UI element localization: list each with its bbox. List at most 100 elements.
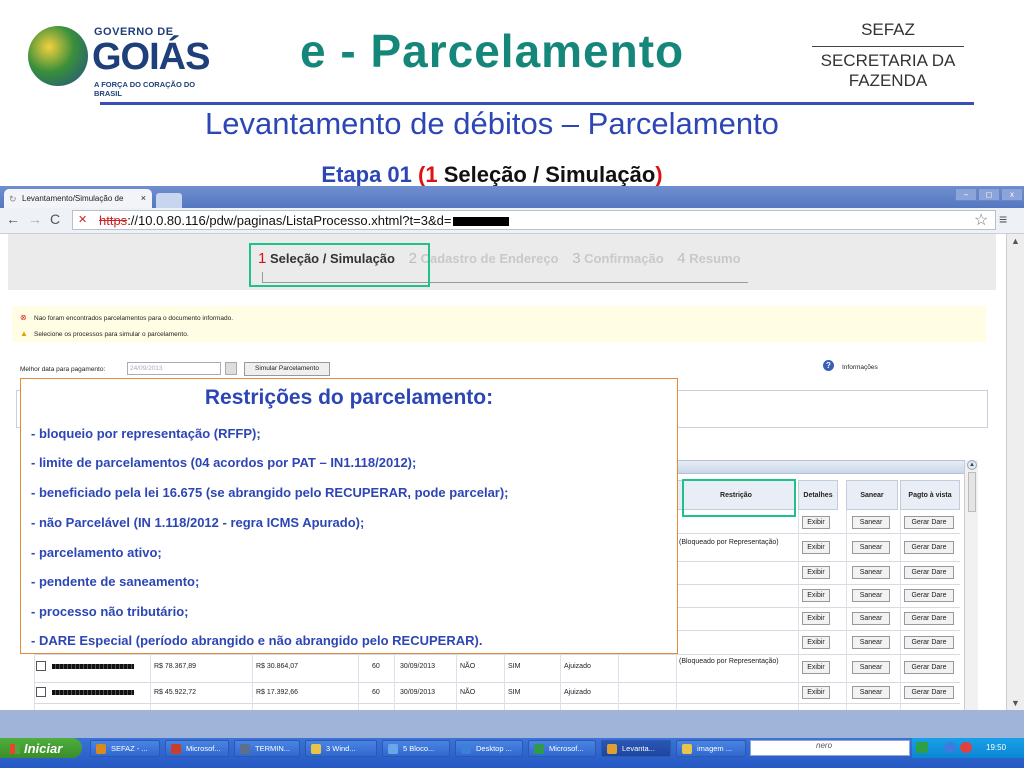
exibir-button[interactable]: Exibir [802,636,830,649]
restriction-item: - pendente de saneamento; [31,574,200,589]
image-icon [682,744,692,754]
start-button[interactable]: Iniciar [0,738,82,758]
gerar-dare-button[interactable]: Gerar Dare [904,589,954,602]
sanear-button[interactable]: Sanear [852,661,890,674]
page-scrollbar[interactable]: ▲ ▼ [1006,234,1024,710]
gerar-dare-button[interactable]: Gerar Dare [904,612,954,625]
browser-tab[interactable]: ↻ Levantamento/Simulação de × [4,189,152,208]
sanear-button[interactable]: Sanear [852,541,890,554]
info-icon[interactable]: ? [823,360,834,371]
minimize-button[interactable]: – [955,188,977,201]
gerar-dare-button[interactable]: Gerar Dare [904,686,954,699]
taskbar-item[interactable]: 5 Bloco... [382,740,450,757]
exibir-button[interactable]: Exibir [802,589,830,602]
payment-date-input[interactable]: 24/09/2013 [127,362,221,375]
sanear-button[interactable]: Sanear [852,589,890,602]
step-name: Seleção / Simulação [437,162,656,187]
reload-icon[interactable]: C [50,211,60,227]
nero-logo: nero [816,741,833,750]
process-number-redacted [52,689,134,696]
sanear-button[interactable]: Sanear [852,516,890,529]
governo-goias-logo: GOVERNO DE GOIÁS A FORÇA DO CORAÇÃO DO B… [28,22,218,98]
wizard-step-4[interactable]: 4 Resumo [677,250,740,267]
simulate-button[interactable]: Simular Parcelamento [244,362,330,376]
gerar-dare-button[interactable]: Gerar Dare [904,636,954,649]
grid-scroll-thumb[interactable] [968,472,976,512]
new-tab-button[interactable] [156,193,182,208]
taskbar-item[interactable]: Desktop ... [455,740,523,757]
row-checkbox[interactable] [36,661,46,671]
close-tab-icon[interactable]: × [141,193,146,203]
scroll-down-icon[interactable]: ▼ [1011,698,1020,708]
process-number-redacted [52,663,134,670]
tray-app-icon[interactable] [944,742,956,753]
sefaz-acronym: SEFAZ [861,20,915,39]
situacao-cell: Ajuizado [564,689,591,696]
exibir-button[interactable]: Exibir [802,686,830,699]
grid-scrollbar[interactable]: ▲ [964,460,978,710]
app-icon [171,744,181,754]
col-header-pagto[interactable]: Pagto à vista [900,480,960,510]
redacted-mask [453,217,510,227]
exibir-button[interactable]: Exibir [802,516,830,529]
exibir-button[interactable]: Exibir [802,612,830,625]
data-cell: 30/09/2013 [400,663,436,670]
gerar-dare-button[interactable]: Gerar Dare [904,516,954,529]
forward-icon[interactable]: → [28,211,42,227]
url-path: ://10.0.80.116/pdw/paginas/ListaProcesso… [127,213,452,228]
menu-icon[interactable]: ≡ [999,211,1007,227]
maximize-button[interactable]: ◻ [978,188,1000,201]
exibir-button[interactable]: Exibir [802,566,830,579]
taskbar-item[interactable]: TERMIN... [234,740,300,757]
calendar-icon[interactable] [225,362,237,375]
gerar-dare-button[interactable]: Gerar Dare [904,541,954,554]
restriction-item: - limite de parcelamentos (04 acordos po… [31,455,417,470]
row-divider [34,703,960,704]
grid-header-bar [674,460,974,474]
sanear-button[interactable]: Sanear [852,636,890,649]
sefaz-divider [812,46,964,47]
network-icon[interactable] [916,742,928,753]
gerar-dare-button[interactable]: Gerar Dare [904,661,954,674]
taskbar-item[interactable]: Microsof... [528,740,596,757]
restriction-item: - parcelamento ativo; [31,545,162,560]
col-header-sanear[interactable]: Sanear [846,480,898,510]
taskbar-item[interactable]: Microsof... [165,740,229,757]
col-header-detalhes[interactable]: Detalhes [798,480,838,510]
exibir-button[interactable]: Exibir [802,541,830,554]
scroll-up-icon[interactable]: ▲ [1011,236,1020,246]
taskbar-item[interactable]: 3 Wind... [305,740,377,757]
close-window-button[interactable]: x [1001,188,1023,201]
taskbar-item[interactable]: imagem ... [676,740,746,757]
chrome-icon [607,744,617,754]
step-highlight-frame [249,243,430,287]
sanear-button[interactable]: Sanear [852,612,890,625]
exibir-button[interactable]: Exibir [802,661,830,674]
sanear-button[interactable]: Sanear [852,686,890,699]
step-prefix: Etapa 01 [321,162,419,187]
flag2-cell: SIM [508,663,521,670]
back-icon[interactable]: ← [6,211,20,227]
sanear-button[interactable]: Sanear [852,566,890,579]
grid-scroll-up-icon[interactable]: ▲ [967,460,977,470]
restriction-item: - não Parcelável (IN 1.118/2012 - regra … [31,515,365,530]
wizard-step-2[interactable]: 2 Cadastro de Endereço [409,250,559,267]
taskbar-item[interactable]: SEFAZ - ... [90,740,160,757]
wizard-step-3[interactable]: 3 Confirmação [572,250,663,267]
clock: 19:50 [986,743,1007,752]
gerar-dare-button[interactable]: Gerar Dare [904,566,954,579]
insecure-lock-icon[interactable]: ✕ [78,213,87,226]
app-icon [240,744,250,754]
col-divider [456,654,457,710]
step-title: Etapa 01 (1 Seleção / Simulação) [0,162,984,188]
valor-cell: R$ 45.922,72 [154,689,197,696]
col-divider [34,654,35,710]
error-message: ⊗ Nao foram encontrados parcelamentos par… [20,313,234,322]
browser-status-band [0,710,1024,738]
address-bar[interactable]: https://10.0.80.116/pdw/paginas/ListaPro… [72,210,996,230]
row-checkbox[interactable] [36,687,46,697]
info-link[interactable]: Informações [842,364,878,371]
antivirus-icon[interactable] [960,742,972,753]
bookmark-star-icon[interactable]: ☆ [974,210,988,230]
taskbar-item-active[interactable]: Levanta... [601,740,671,757]
